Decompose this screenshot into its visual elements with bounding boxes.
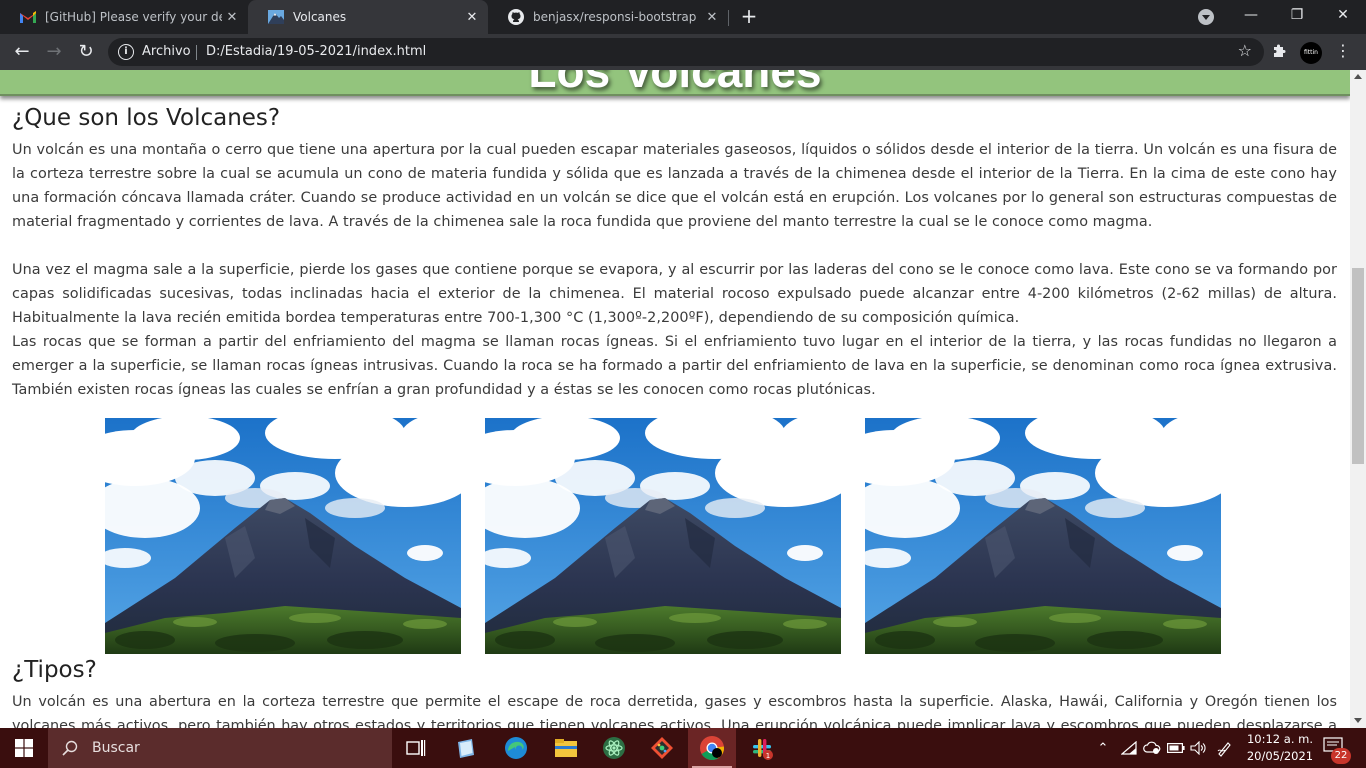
search-icon	[62, 740, 78, 756]
pen-workspace-icon[interactable]	[1213, 728, 1237, 768]
page-title: Los Volcanes	[528, 70, 822, 96]
page-viewport: Los Volcanes ¿Que son los Volcanes? Un v…	[0, 70, 1366, 728]
chrome-icon[interactable]	[688, 728, 736, 768]
tab-separator	[728, 10, 729, 26]
cloud-sync-icon[interactable]	[1141, 728, 1163, 768]
volcano-image	[105, 418, 461, 654]
scroll-down-arrow-icon[interactable]	[1354, 718, 1362, 723]
git-kraken-icon[interactable]	[638, 728, 686, 768]
section-heading: ¿Que son los Volcanes?	[12, 105, 281, 131]
show-hidden-icons-chevron-icon[interactable]: ⌃	[1093, 728, 1113, 768]
clock-time: 10:12 a. m.	[1246, 732, 1313, 746]
extensions-puzzle-icon[interactable]	[1270, 43, 1288, 61]
paragraph: Las rocas que se forman a partir del enf…	[12, 334, 1337, 398]
menu-dots-icon[interactable]: ⋮	[1335, 40, 1351, 64]
bookmark-star-icon[interactable]: ☆	[1238, 41, 1252, 60]
gmail-icon	[20, 9, 36, 25]
tab-volcanes[interactable]: Volcanes ✕	[248, 0, 488, 34]
browser-toolbar: ← → ↻ i Archivo D:/Estadia/19-05-2021/in…	[0, 34, 1366, 70]
slack-badge-count: 1	[766, 752, 770, 760]
search-placeholder: Buscar	[92, 740, 140, 756]
tab-title: Volcanes	[293, 10, 347, 24]
github-icon	[508, 9, 524, 25]
battery-icon[interactable]	[1165, 728, 1187, 768]
volcano-image	[865, 418, 1221, 654]
paragraph: Un volcán es una montaña o cerro que tie…	[12, 142, 1337, 230]
task-view-icon[interactable]	[392, 728, 440, 768]
forward-arrow-icon[interactable]: →	[42, 40, 66, 64]
profile-avatar[interactable]: fittin	[1300, 42, 1322, 64]
tab-title: benjasx/responsi-bootstrap	[533, 10, 697, 24]
section-what-are-volcanoes: ¿Que son los Volcanes? Un volcán es una …	[12, 104, 1337, 402]
tab-github-repo[interactable]: benjasx/responsi-bootstrap ✕	[488, 0, 728, 34]
taskbar-clock[interactable]: 10:12 a. m. 20/05/2021	[1240, 731, 1320, 765]
close-icon[interactable]: ✕	[462, 10, 482, 25]
new-tab-plus-icon[interactable]: +	[737, 5, 761, 29]
tab-github-verify[interactable]: [GitHub] Please verify your device ✕	[0, 0, 248, 34]
close-window-icon[interactable]: ✕	[1320, 0, 1366, 30]
info-icon[interactable]: i	[118, 44, 134, 60]
page-scrollbar[interactable]	[1350, 70, 1366, 728]
edge-browser-icon[interactable]	[492, 728, 540, 768]
back-arrow-icon[interactable]: ←	[10, 40, 34, 64]
file-explorer-icon[interactable]	[542, 728, 590, 768]
reload-icon[interactable]: ↻	[74, 40, 98, 64]
windows-taskbar: Buscar 1 ⌃ 10:12 a. m. 20/05/2021 22	[0, 728, 1366, 768]
image-gallery	[105, 418, 1245, 654]
page-header-banner: Los Volcanes	[0, 70, 1350, 96]
windows-start-icon[interactable]	[0, 728, 48, 768]
paragraph: Una vez el magma sale a la superficie, p…	[12, 262, 1337, 326]
address-bar[interactable]: i Archivo D:/Estadia/19-05-2021/index.ht…	[108, 38, 1264, 66]
mountain-icon	[268, 9, 284, 25]
scrollbar-thumb[interactable]	[1352, 268, 1364, 464]
slack-icon[interactable]: 1	[738, 728, 786, 768]
close-icon[interactable]: ✕	[222, 10, 242, 25]
section-heading: ¿Tipos?	[12, 657, 97, 683]
scheme-label: Archivo	[142, 44, 191, 59]
close-icon[interactable]: ✕	[702, 10, 722, 25]
volcano-image	[485, 418, 841, 654]
taskbar-search-box[interactable]: Buscar	[48, 728, 392, 768]
notification-count-badge: 22	[1331, 748, 1351, 764]
tab-title: [GitHub] Please verify your device	[45, 10, 222, 24]
network-wifi-icon[interactable]	[1118, 728, 1140, 768]
atom-editor-icon[interactable]	[590, 728, 638, 768]
paragraph: Un volcán es una abertura en la corteza …	[12, 694, 1337, 728]
scroll-up-arrow-icon[interactable]	[1354, 74, 1362, 79]
volume-icon[interactable]	[1188, 728, 1210, 768]
browser-tab-strip: [GitHub] Please verify your device ✕ Vol…	[0, 0, 1366, 34]
tab-search-chevron-icon[interactable]	[1198, 9, 1214, 25]
notepad-icon[interactable]	[442, 728, 490, 768]
section-types: ¿Tipos? Un volcán es una abertura en la …	[12, 656, 1337, 728]
clock-date: 20/05/2021	[1246, 749, 1314, 763]
divider	[196, 45, 197, 60]
minimize-icon[interactable]: —	[1228, 0, 1274, 30]
url-text[interactable]: D:/Estadia/19-05-2021/index.html	[206, 44, 426, 59]
restore-icon[interactable]: ❐	[1274, 0, 1320, 30]
